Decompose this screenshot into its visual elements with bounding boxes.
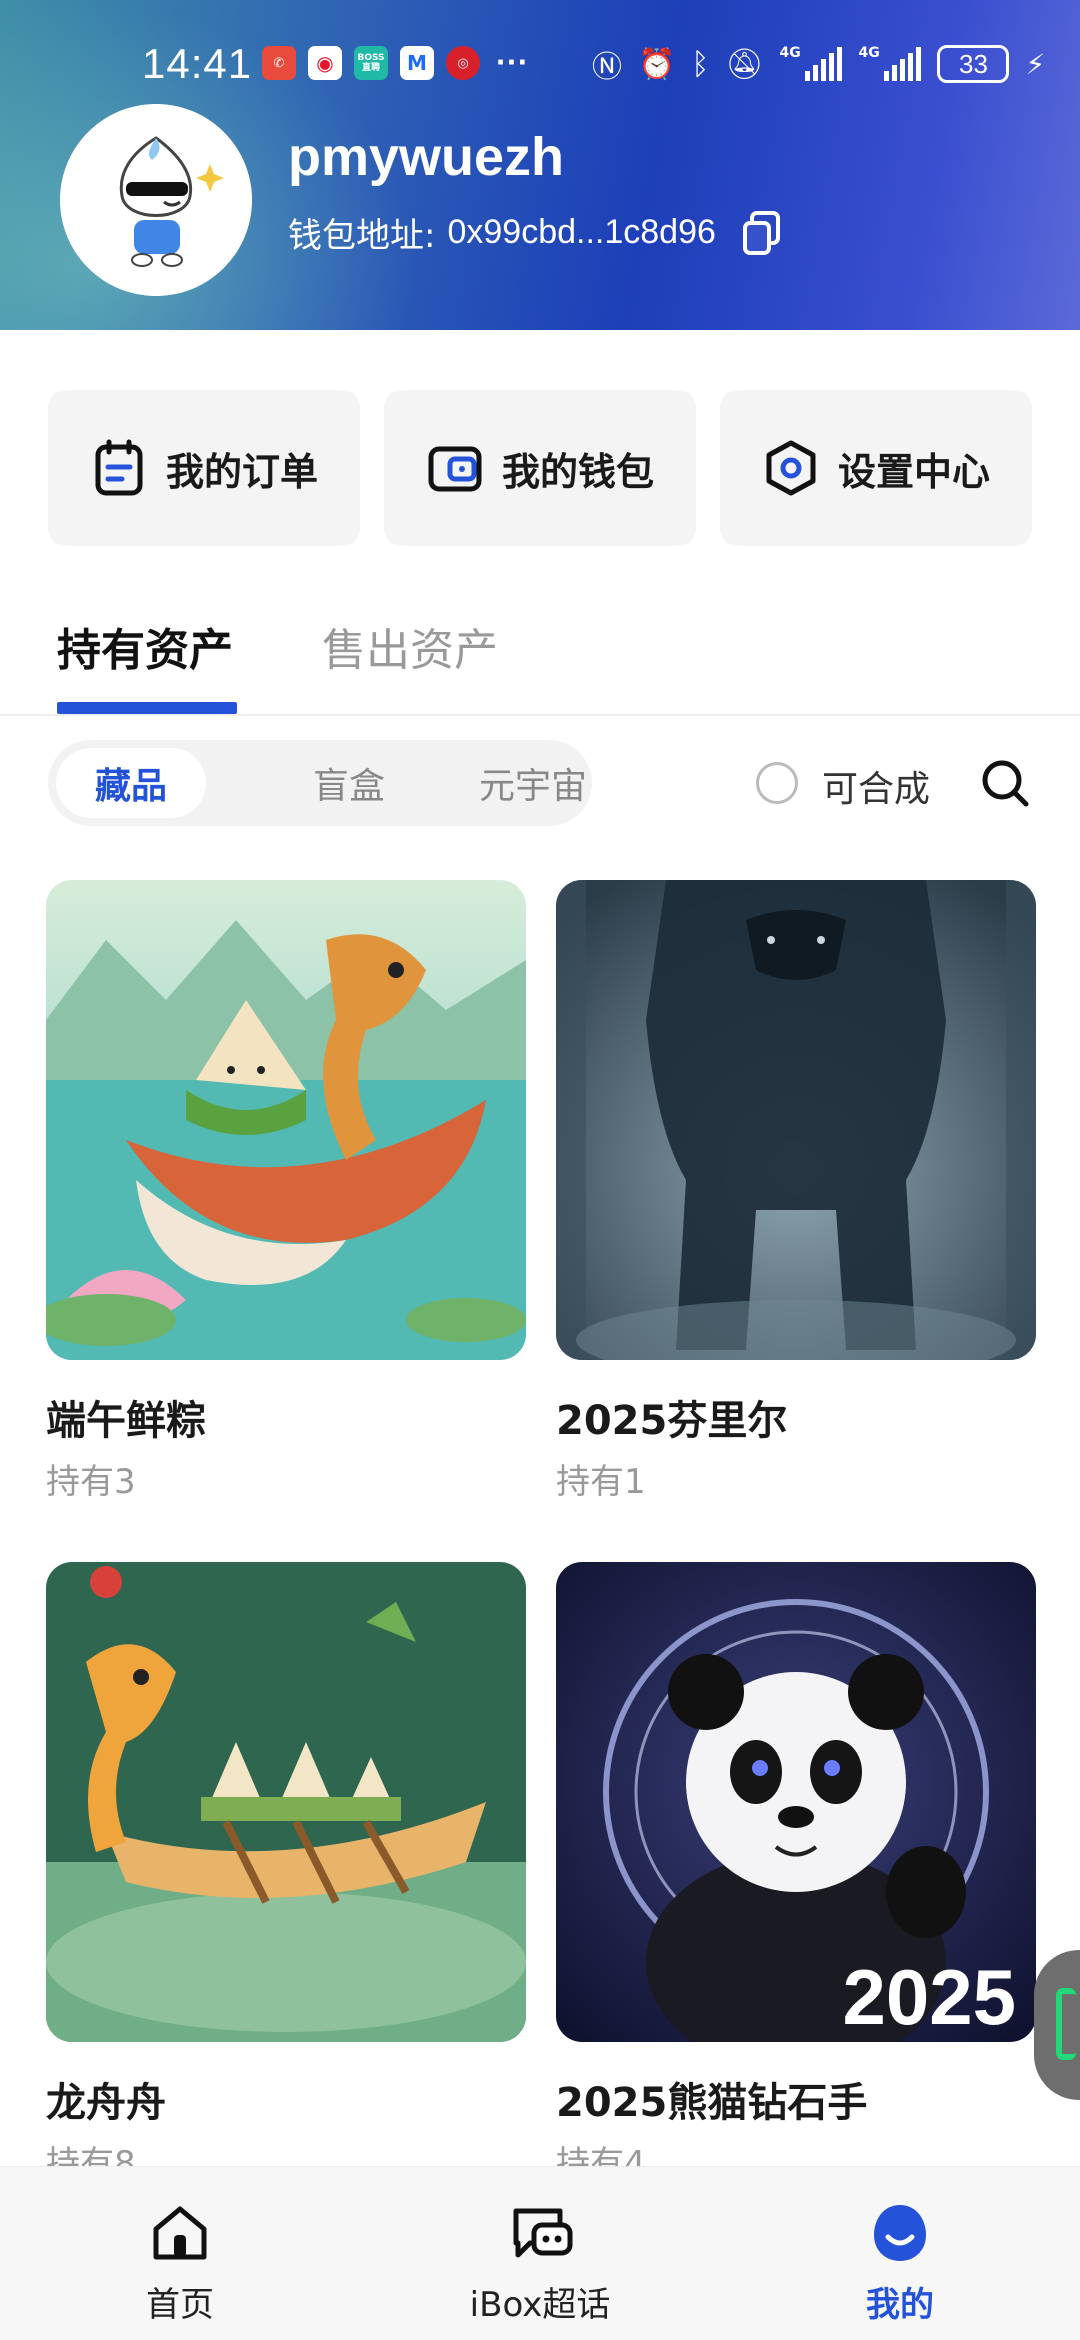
- composable-label[interactable]: 可合成: [822, 760, 930, 812]
- collectible-name: 2025芬里尔: [556, 1398, 788, 1444]
- tab-sold-assets[interactable]: 售出资产: [322, 614, 498, 678]
- collectible-card[interactable]: 端午鲜粽 持有3: [46, 880, 526, 1502]
- collectible-holding: 持有1: [556, 1462, 646, 1502]
- nav-home-label: 首页: [146, 2285, 214, 2325]
- alarm-icon: ⏰: [638, 46, 676, 82]
- battery-icon: 33: [937, 45, 1010, 83]
- collectible-image-panda: 2025: [556, 1562, 1036, 2042]
- signal-2-icon: 4G: [858, 45, 922, 81]
- settings-hexagon-icon: [762, 439, 820, 497]
- collectible-name: 龙舟舟: [46, 2080, 166, 2126]
- category-segment: 藏品 盲盒 元宇宙: [48, 740, 592, 826]
- floating-service-button[interactable]: [1034, 1950, 1080, 2100]
- bluetooth-icon: ᛒ: [691, 46, 710, 82]
- quick-actions: 我的订单 我的钱包 设置中心: [48, 390, 1032, 546]
- collectible-image-dragon-boat: [46, 1562, 526, 2042]
- username: pmywuezh: [288, 127, 565, 187]
- copy-icon[interactable]: [742, 210, 782, 255]
- avatar[interactable]: [60, 104, 252, 296]
- mute-bell-icon: 🔕︎: [725, 46, 764, 82]
- wallet-label: 钱包地址:: [288, 216, 436, 256]
- active-tab-indicator: [57, 702, 237, 714]
- nfc-icon: Ⓝ: [592, 50, 622, 85]
- missed-call-icon: ✆: [262, 46, 296, 80]
- search-icon[interactable]: [980, 758, 1030, 808]
- collectible-name: 端午鲜粽: [46, 1398, 206, 1444]
- collectible-card[interactable]: 龙舟舟 持有8: [46, 1562, 526, 2184]
- segment-blind-box[interactable]: 盲盒: [274, 748, 424, 818]
- citic-icon: ◎: [446, 46, 480, 80]
- wallet-address: 0x99cbd...1c8d96: [447, 213, 716, 251]
- tab-holding-assets[interactable]: 持有资产: [57, 614, 233, 678]
- profile-mascot-icon: [870, 2203, 930, 2263]
- collectible-image-fenrir: [556, 880, 1036, 1360]
- status-bar: 14:41 ✆ ◉ BOSS 直聘 M ◎ ··· Ⓝ ⏰ ᛒ 🔕︎ 4G 4G…: [0, 36, 1080, 96]
- nav-mine-label: 我的: [866, 2285, 934, 2325]
- segment-collectibles[interactable]: 藏品: [56, 748, 206, 818]
- segment-metaverse[interactable]: 元宇宙: [458, 748, 608, 818]
- collectible-name: 2025熊猫钻石手: [556, 2080, 868, 2126]
- collectible-card[interactable]: 2025 2025熊猫钻石手 持有4: [556, 1562, 1036, 2184]
- home-icon: [150, 2203, 210, 2263]
- order-clipboard-icon: [90, 439, 148, 497]
- nav-mine[interactable]: 我的: [750, 2167, 1050, 2340]
- app-m-icon: M: [400, 46, 434, 80]
- my-wallet-label: 我的钱包: [501, 449, 654, 494]
- composable-radio[interactable]: [756, 762, 798, 804]
- nav-ibox-topic-label: iBox超话: [469, 2285, 611, 2325]
- settings-center-label: 设置中心: [837, 449, 990, 494]
- charging-icon: ⚡︎: [1025, 47, 1046, 81]
- signal-1-icon: 4G: [779, 45, 843, 81]
- chat-bubble-icon: [510, 2203, 573, 2263]
- panda-year-overlay: 2025: [842, 1953, 1016, 2041]
- boss-zhipin-icon: BOSS 直聘: [354, 46, 388, 80]
- bottom-navigation: 首页 iBox超话 我的: [0, 2166, 1080, 2340]
- my-wallet-button[interactable]: 我的钱包: [384, 390, 696, 546]
- my-orders-button[interactable]: 我的订单: [48, 390, 360, 546]
- system-icons: Ⓝ ⏰ ᛒ 🔕︎ 4G 4G 33 ⚡︎: [592, 42, 1045, 86]
- wallet-address-row: 钱包地址: 0x99cbd...1c8d96: [288, 208, 782, 257]
- profile-header: 14:41 ✆ ◉ BOSS 直聘 M ◎ ··· Ⓝ ⏰ ᛒ 🔕︎ 4G 4G…: [0, 0, 1080, 330]
- collectible-card[interactable]: 2025芬里尔 持有1: [556, 880, 1036, 1502]
- nav-ibox-topic[interactable]: iBox超话: [390, 2167, 690, 2340]
- settings-center-button[interactable]: 设置中心: [720, 390, 1032, 546]
- nav-home[interactable]: 首页: [30, 2167, 330, 2340]
- collectible-image-dragon-boat-zongzi: [46, 880, 526, 1360]
- my-orders-label: 我的订单: [165, 449, 318, 494]
- weibo-icon: ◉: [308, 46, 342, 80]
- more-notifications-icon: ···: [495, 48, 529, 78]
- asset-tabs: 持有资产 售出资产: [0, 600, 1080, 716]
- status-time: 14:41: [142, 40, 253, 87]
- collectible-holding: 持有3: [46, 1462, 136, 1502]
- notification-icons: ✆ ◉ BOSS 直聘 M ◎ ···: [262, 46, 532, 80]
- wallet-icon: [426, 439, 484, 497]
